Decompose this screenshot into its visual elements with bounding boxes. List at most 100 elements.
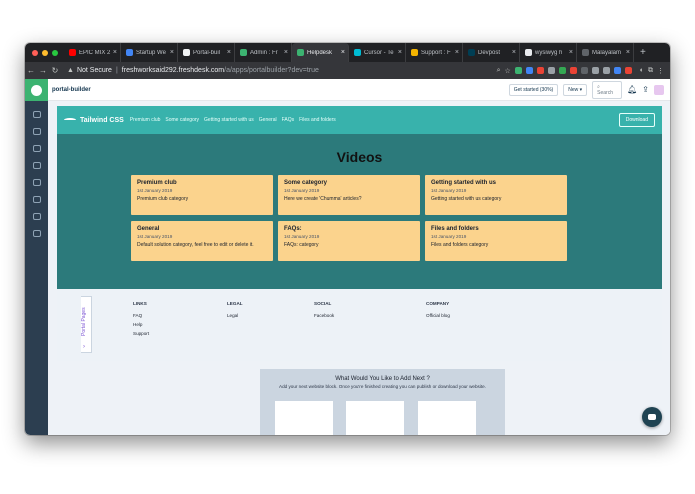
extension-icon[interactable] — [525, 67, 533, 74]
block-option[interactable] — [275, 401, 333, 435]
tailwind-logo-icon — [64, 118, 76, 122]
category-card[interactable]: Premium club 1st January 2019 Premium club… — [131, 175, 273, 215]
extension-icon[interactable] — [514, 67, 522, 74]
minimize-window-button[interactable] — [42, 49, 48, 56]
site-nav-link[interactable]: General — [259, 117, 277, 123]
address-bar-row: ← → ↻ ▲ Not Secure | freshworksaid292.fr… — [25, 62, 670, 79]
tabs: EPIC MIX 2 × Startup We × Portal-buil × Admin … — [64, 43, 634, 62]
close-tab-icon[interactable]: × — [170, 49, 174, 56]
favicon-icon — [354, 49, 361, 56]
close-window-button[interactable] — [32, 49, 38, 56]
footer-link[interactable]: Official blog — [426, 313, 450, 318]
browser-tab[interactable]: Malayalam × — [577, 43, 634, 62]
browser-tab[interactable]: Support : F × — [406, 43, 463, 62]
category-card[interactable]: Getting started with us 1st January 2019 G… — [425, 175, 567, 215]
category-card[interactable]: FAQs: 1st January 2019 FAQs: category — [278, 221, 420, 261]
forums-icon[interactable] — [32, 179, 41, 186]
block-option[interactable] — [418, 401, 476, 435]
close-tab-icon[interactable]: × — [398, 49, 402, 56]
admin-icon[interactable] — [32, 230, 41, 237]
browser-tab[interactable]: Startup We × — [121, 43, 178, 62]
url-path: /a/apps/portalbuilder?dev=true — [224, 67, 319, 74]
extension-icon[interactable] — [602, 67, 610, 74]
app-sidebar — [25, 79, 48, 435]
site-brand[interactable]: Tailwind CSS — [64, 117, 124, 124]
site-nav-link[interactable]: Files and folders — [299, 117, 336, 123]
site-nav-link[interactable]: Premium club — [130, 117, 161, 123]
new-tab-button[interactable]: + — [634, 47, 646, 58]
contacts-icon[interactable] — [32, 145, 41, 152]
chat-button[interactable] — [642, 407, 662, 427]
browser-tab[interactable]: Devpost × — [463, 43, 520, 62]
extension-icon[interactable] — [591, 67, 599, 74]
close-tab-icon[interactable]: × — [284, 49, 288, 56]
footer-link[interactable]: Help — [133, 322, 149, 327]
site-nav-link[interactable]: Getting started with us — [204, 117, 254, 123]
browser-tab[interactable]: Helpdesk × — [292, 43, 349, 62]
extension-icon[interactable] — [547, 67, 555, 74]
footer-link[interactable]: Facebook — [314, 313, 334, 318]
category-card[interactable]: Some category 1st January 2019 Here we cre… — [278, 175, 420, 215]
tickets-icon[interactable] — [32, 128, 41, 135]
browser-tab[interactable]: Admin : Fr × — [235, 43, 292, 62]
browser-window: EPIC MIX 2 × Startup We × Portal-buil × Admin … — [25, 43, 670, 435]
footer-link[interactable]: Legal — [227, 313, 243, 318]
puzzle-icon[interactable]: ⧉ — [648, 67, 653, 75]
freshdesk-logo[interactable] — [25, 79, 48, 101]
footer-link[interactable]: Support — [133, 331, 149, 336]
maximize-window-button[interactable] — [52, 49, 58, 56]
search-input[interactable]: ⌕ Search — [592, 80, 623, 99]
extension-icon[interactable] — [613, 67, 621, 74]
category-card[interactable]: General 1st January 2019 Default solution … — [131, 221, 273, 261]
close-tab-icon[interactable]: × — [341, 49, 345, 56]
url-field[interactable]: ▲ Not Secure | freshworksaid292.freshdes… — [67, 67, 319, 74]
browser-tab[interactable]: EPIC MIX 2 × — [64, 43, 121, 62]
new-label: New — [568, 86, 579, 93]
site-nav-link[interactable]: FAQs — [282, 117, 295, 123]
menu-icon[interactable]: ⋮ — [657, 67, 664, 75]
browser-tab[interactable]: Portal-buil × — [178, 43, 235, 62]
extension-icon[interactable] — [536, 67, 544, 74]
zoom-icon[interactable]: ⌕ — [497, 67, 501, 75]
extension-icon[interactable] — [569, 67, 577, 74]
close-tab-icon[interactable]: × — [569, 49, 573, 56]
reports-icon[interactable] — [32, 196, 41, 203]
close-tab-icon[interactable]: × — [455, 49, 459, 56]
portal-pages-toggle[interactable]: Portal Pages › — [81, 296, 92, 353]
add-next-block-panel: What Would You Like to Add Next ? Add yo… — [260, 369, 505, 435]
reload-icon[interactable]: ↻ — [49, 66, 61, 75]
close-tab-icon[interactable]: × — [626, 49, 630, 56]
footer-link[interactable]: FAQ — [133, 313, 149, 318]
block-option[interactable] — [346, 401, 404, 435]
bell-icon[interactable]: 🔔︎ — [627, 85, 637, 94]
solutions-icon[interactable] — [32, 162, 41, 169]
site-nav-link[interactable]: Some category — [165, 117, 199, 123]
new-button[interactable]: New ▾ — [563, 83, 588, 96]
browser-tab[interactable]: wysiwyg h × — [520, 43, 577, 62]
download-button[interactable]: Download — [618, 113, 655, 127]
extension-icon[interactable] — [558, 67, 566, 74]
tab-label: Portal-buil — [193, 49, 221, 56]
favicon-icon — [69, 49, 76, 56]
profile-icon[interactable]: ◐ — [640, 67, 644, 74]
card-date: 1st January 2019 — [431, 188, 467, 193]
avatar[interactable] — [654, 84, 664, 95]
star-icon[interactable]: ☆ — [504, 67, 510, 75]
forward-icon[interactable]: → — [37, 66, 49, 75]
card-date: 1st January 2019 — [284, 234, 320, 239]
back-icon[interactable]: ← — [25, 66, 37, 75]
chevron-right-icon: › — [83, 344, 85, 350]
warning-icon: ▲ — [67, 67, 74, 74]
category-card[interactable]: Files and folders 1st January 2019 Files a… — [425, 221, 567, 261]
dashboard-icon[interactable] — [32, 111, 41, 118]
extension-icon[interactable] — [624, 67, 632, 74]
close-tab-icon[interactable]: × — [512, 49, 516, 56]
close-tab-icon[interactable]: × — [227, 49, 231, 56]
extension-icon[interactable] — [580, 67, 588, 74]
share-icon[interactable]: ⇪ — [642, 85, 649, 94]
get-started-button[interactable]: Get started (30%) — [508, 83, 559, 96]
browser-tab[interactable]: Cursor - Te × — [349, 43, 406, 62]
close-tab-icon[interactable]: × — [113, 49, 117, 56]
apps-icon[interactable] — [32, 213, 41, 220]
tab-label: Cursor - Te — [364, 49, 394, 56]
